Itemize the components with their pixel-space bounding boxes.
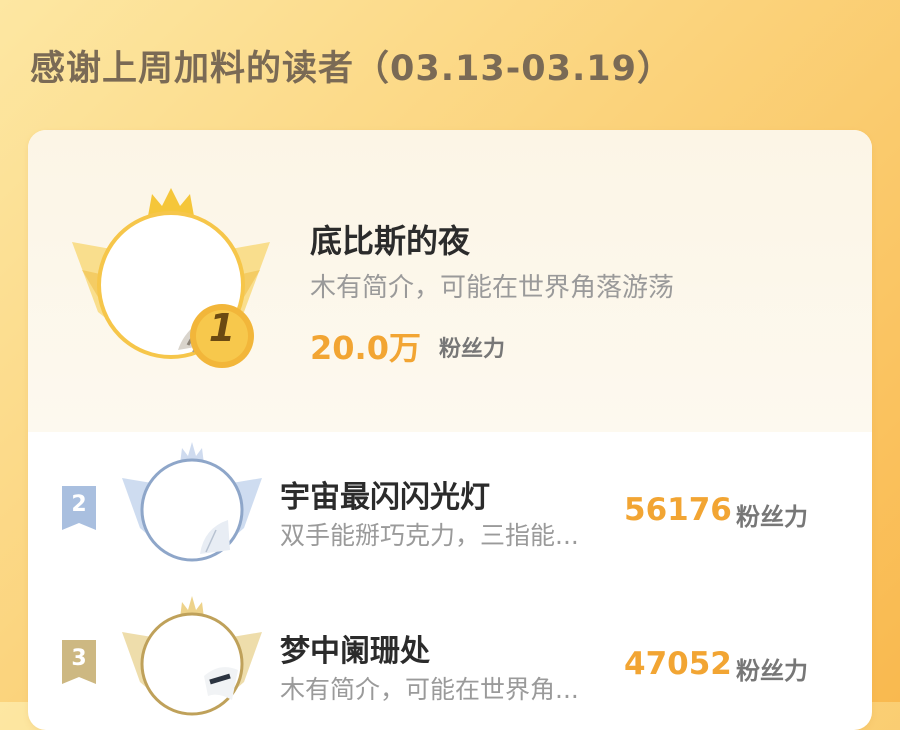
bronze-winged-frame-icon <box>120 592 264 730</box>
fan-name: 梦中阑珊处 <box>280 634 430 669</box>
leaderboard-card: 1 底比斯的夜 木有简介，可能在世界角落游荡 20.0万 粉丝力 2 宇宙最闪闪… <box>28 130 872 730</box>
fan-score-unit: 粉丝力 <box>736 657 808 685</box>
fan-name: 底比斯的夜 <box>310 222 471 260</box>
fan-bio: 双手能掰巧克力，三指能... <box>280 521 579 550</box>
rank-3-tag: 3 <box>62 640 96 684</box>
fan-score-unit: 粉丝力 <box>439 337 506 362</box>
fan-bio: 木有简介，可能在世界角落游荡 <box>310 273 675 303</box>
page-title: 感谢上周加料的读者（03.13-03.19） <box>30 49 673 89</box>
fan-bio: 木有简介，可能在世界角... <box>280 675 579 704</box>
rank-2-tag: 2 <box>62 486 96 530</box>
fan-name: 宇宙最闪闪光灯 <box>280 480 490 515</box>
fan-score: 56176 <box>624 492 732 528</box>
fan-score: 47052 <box>624 646 732 682</box>
rank-1-number: 1 <box>208 306 236 350</box>
fan-score-unit: 粉丝力 <box>736 503 808 531</box>
fan-score: 20.0万 <box>310 329 421 367</box>
silver-winged-frame-icon <box>120 438 264 578</box>
